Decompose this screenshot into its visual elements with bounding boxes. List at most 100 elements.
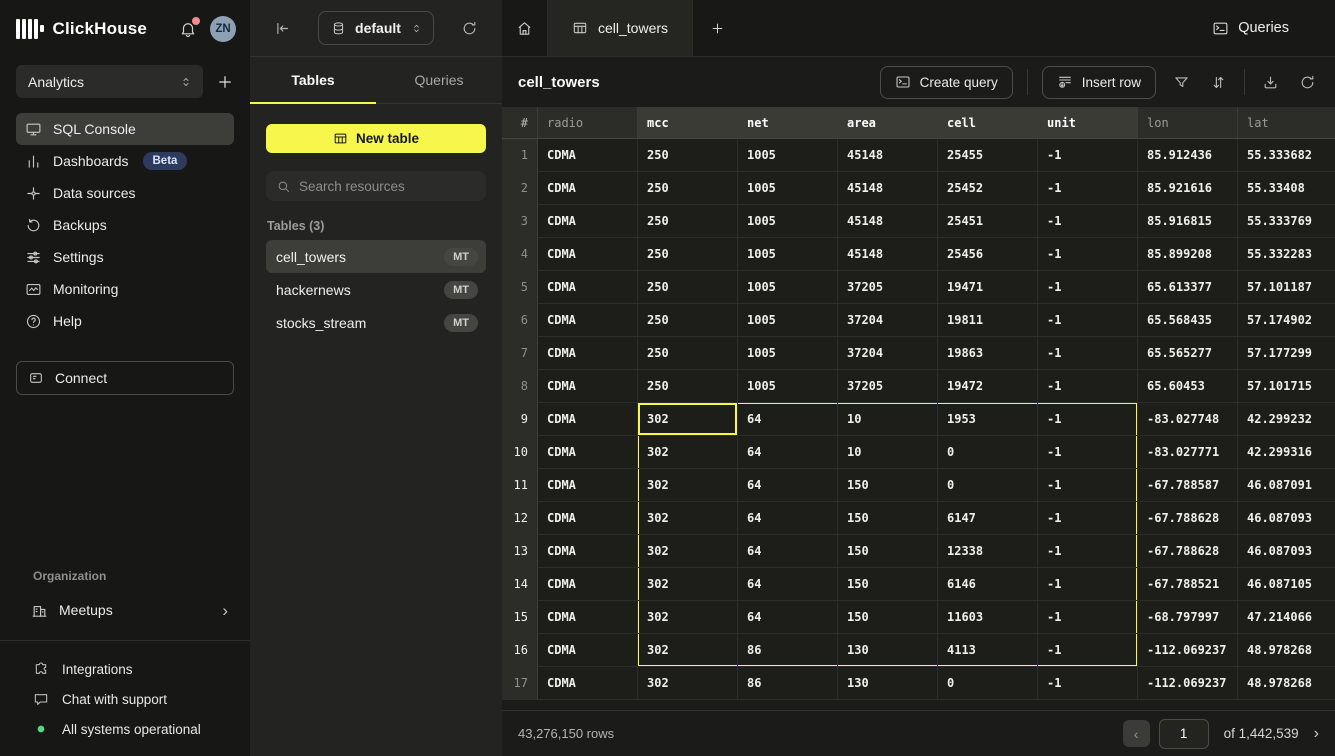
cell-unit[interactable]: -1 [1038, 403, 1138, 436]
cell-area[interactable]: 37205 [838, 370, 938, 403]
cell-lon[interactable]: -112.069237 [1138, 667, 1238, 700]
cell-area[interactable]: 10 [838, 403, 938, 436]
row-number[interactable]: 8 [502, 370, 538, 403]
cell-lon[interactable]: -83.027748 [1138, 403, 1238, 436]
table-list-item-stocks-stream[interactable]: stocks_streamMT [266, 306, 486, 339]
cell-lon[interactable]: -67.788521 [1138, 568, 1238, 601]
prev-page-button[interactable]: ‹ [1123, 720, 1150, 747]
cell-area[interactable]: 45148 [838, 238, 938, 271]
cell-unit[interactable]: -1 [1038, 601, 1138, 634]
sidebar-item-dashboards[interactable]: DashboardsBeta [16, 145, 234, 177]
cell-unit[interactable]: -1 [1038, 172, 1138, 205]
cell-net[interactable]: 86 [738, 667, 838, 700]
row-number[interactable]: 5 [502, 271, 538, 304]
row-number[interactable]: 15 [502, 601, 538, 634]
cell-lon[interactable]: -68.797997 [1138, 601, 1238, 634]
column-header-cell[interactable]: cell [938, 107, 1038, 139]
cell-unit[interactable]: -1 [1038, 436, 1138, 469]
cell-lat[interactable]: 57.177299 [1238, 337, 1335, 370]
cell-cell[interactable]: 0 [938, 436, 1038, 469]
reload-tables-button[interactable] [461, 20, 478, 37]
cell-lat[interactable]: 42.299316 [1238, 436, 1335, 469]
cell-lon[interactable]: 65.565277 [1138, 337, 1238, 370]
notifications-bell-icon[interactable] [179, 20, 197, 38]
cell-radio[interactable]: CDMA [538, 271, 638, 304]
row-number[interactable]: 6 [502, 304, 538, 337]
cell-radio[interactable]: CDMA [538, 436, 638, 469]
cell-lat[interactable]: 48.978268 [1238, 634, 1335, 667]
cell-lat[interactable]: 55.33408 [1238, 172, 1335, 205]
row-number[interactable]: 1 [502, 139, 538, 172]
cell-lon[interactable]: 85.921616 [1138, 172, 1238, 205]
cell-net[interactable]: 1005 [738, 172, 838, 205]
cell-mcc[interactable]: 302 [638, 634, 738, 667]
cell-lat[interactable]: 46.087091 [1238, 469, 1335, 502]
cell-lon[interactable]: 65.613377 [1138, 271, 1238, 304]
cell-radio[interactable]: CDMA [538, 601, 638, 634]
row-number[interactable]: 9 [502, 403, 538, 436]
cell-mcc[interactable]: 302 [638, 502, 738, 535]
row-number[interactable]: 11 [502, 469, 538, 502]
cell-lat[interactable]: 55.332283 [1238, 238, 1335, 271]
cell-unit[interactable]: -1 [1038, 337, 1138, 370]
home-tab[interactable] [502, 0, 548, 56]
column-header-radio[interactable]: radio [538, 107, 638, 139]
cell-area[interactable]: 37204 [838, 337, 938, 370]
cell-radio[interactable]: CDMA [538, 502, 638, 535]
cell-net[interactable]: 1005 [738, 337, 838, 370]
cell-area[interactable]: 150 [838, 535, 938, 568]
collapse-panel-button[interactable] [274, 20, 291, 37]
cell-net[interactable]: 1005 [738, 370, 838, 403]
cell-mcc[interactable]: 250 [638, 304, 738, 337]
cell-lat[interactable]: 55.333682 [1238, 139, 1335, 172]
cell-lat[interactable]: 57.174902 [1238, 304, 1335, 337]
cell-unit[interactable]: -1 [1038, 238, 1138, 271]
sidebar-item-backups[interactable]: Backups [16, 209, 234, 241]
cell-area[interactable]: 130 [838, 667, 938, 700]
column-header-mcc[interactable]: mcc [638, 107, 738, 139]
sidebar-item-help[interactable]: Help [16, 305, 234, 337]
cell-mcc[interactable]: 250 [638, 172, 738, 205]
cell-radio[interactable]: CDMA [538, 403, 638, 436]
cell-cell[interactable]: 0 [938, 469, 1038, 502]
cell-cell[interactable]: 6147 [938, 502, 1038, 535]
database-selector[interactable]: default [318, 11, 434, 45]
cell-mcc[interactable]: 302 [638, 403, 738, 436]
column-header-index[interactable]: # [502, 107, 538, 139]
cell-cell[interactable]: 6146 [938, 568, 1038, 601]
row-number[interactable]: 3 [502, 205, 538, 238]
cell-unit[interactable]: -1 [1038, 205, 1138, 238]
cell-mcc[interactable]: 250 [638, 139, 738, 172]
insert-row-button[interactable]: Insert row [1042, 66, 1156, 99]
next-page-button[interactable]: › [1314, 725, 1319, 743]
add-workspace-button[interactable] [216, 73, 234, 91]
new-table-button[interactable]: New table [266, 124, 486, 153]
cell-cell[interactable]: 25451 [938, 205, 1038, 238]
cell-net[interactable]: 64 [738, 568, 838, 601]
cell-lon[interactable]: -67.788587 [1138, 469, 1238, 502]
sidebar-footer-item-chat-with-support[interactable]: Chat with support [33, 684, 234, 714]
cell-area[interactable]: 45148 [838, 172, 938, 205]
cell-cell[interactable]: 19863 [938, 337, 1038, 370]
cell-radio[interactable]: CDMA [538, 304, 638, 337]
column-header-area[interactable]: area [838, 107, 938, 139]
cell-lat[interactable]: 48.978268 [1238, 667, 1335, 700]
cell-mcc[interactable]: 250 [638, 238, 738, 271]
cell-lon[interactable]: 85.912436 [1138, 139, 1238, 172]
cell-lon[interactable]: 85.899208 [1138, 238, 1238, 271]
table-list-item-cell-towers[interactable]: cell_towersMT [266, 240, 486, 273]
cell-lat[interactable]: 47.214066 [1238, 601, 1335, 634]
cell-mcc[interactable]: 250 [638, 370, 738, 403]
row-number[interactable]: 10 [502, 436, 538, 469]
download-button[interactable] [1259, 71, 1282, 94]
cell-lat[interactable]: 42.299232 [1238, 403, 1335, 436]
cell-net[interactable]: 64 [738, 601, 838, 634]
row-number[interactable]: 7 [502, 337, 538, 370]
cell-lon[interactable]: -67.788628 [1138, 502, 1238, 535]
cell-area[interactable]: 130 [838, 634, 938, 667]
cell-net[interactable]: 1005 [738, 304, 838, 337]
cell-net[interactable]: 64 [738, 535, 838, 568]
cell-area[interactable]: 45148 [838, 205, 938, 238]
cell-radio[interactable]: CDMA [538, 172, 638, 205]
cell-unit[interactable]: -1 [1038, 667, 1138, 700]
